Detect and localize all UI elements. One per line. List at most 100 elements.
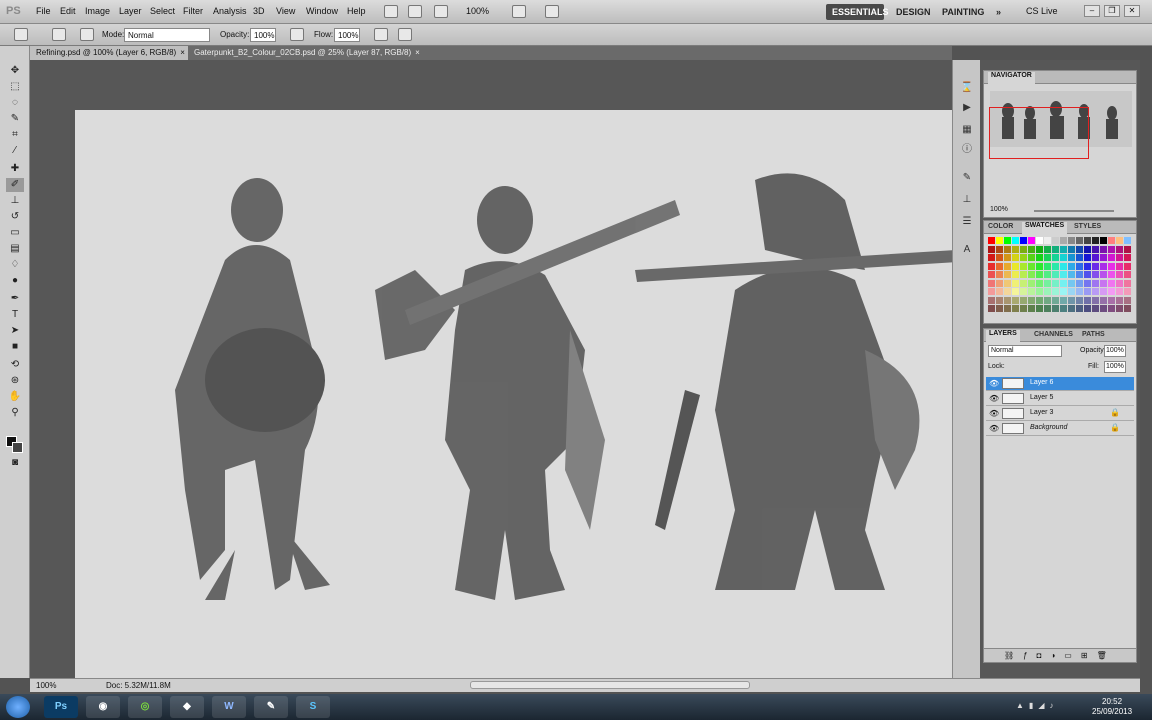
color-swatch[interactable] — [1060, 245, 1067, 253]
zoom-status-field[interactable]: 100% — [36, 681, 56, 690]
color-swatch[interactable] — [1124, 279, 1131, 287]
color-swatch[interactable] — [1116, 288, 1123, 295]
navigator-zoom-slider[interactable] — [1034, 210, 1114, 212]
color-swatch[interactable] — [1020, 288, 1027, 295]
clone-source-panel-icon[interactable]: ⊥ — [960, 194, 974, 206]
color-swatch[interactable] — [1060, 279, 1067, 287]
pen-tool-icon[interactable]: ✒ — [6, 292, 24, 306]
color-swatch[interactable] — [1036, 262, 1043, 270]
color-swatch[interactable] — [1084, 245, 1091, 253]
color-swatch[interactable] — [1052, 279, 1059, 287]
color-swatch[interactable] — [1068, 262, 1075, 270]
airbrush-icon[interactable] — [374, 28, 388, 41]
color-swatch[interactable] — [1100, 237, 1107, 244]
view-extras-icon[interactable] — [434, 5, 448, 18]
system-tray-icons[interactable]: ▲▮◢♪ — [1016, 701, 1058, 710]
lasso-tool-icon[interactable]: ◌ — [6, 96, 24, 110]
color-swatch[interactable] — [1044, 245, 1051, 253]
new-group-icon[interactable]: ▭ — [1064, 651, 1081, 660]
move-tool-icon[interactable]: ✥ — [6, 64, 24, 78]
color-swatch[interactable] — [1076, 237, 1083, 244]
color-swatch[interactable] — [1076, 296, 1083, 304]
color-swatch[interactable] — [1060, 254, 1067, 261]
color-swatch[interactable] — [1092, 296, 1099, 304]
color-swatch[interactable] — [1108, 296, 1115, 304]
marquee-tool-icon[interactable]: ⬚ — [6, 80, 24, 94]
color-swatch[interactable] — [1084, 262, 1091, 270]
menu-file[interactable]: File — [36, 6, 51, 16]
color-swatch[interactable] — [1084, 296, 1091, 304]
color-swatch[interactable] — [1052, 305, 1059, 312]
crop-tool-icon[interactable]: ⌗ — [6, 128, 24, 142]
color-swatch[interactable] — [1108, 288, 1115, 295]
tab-color[interactable]: COLOR — [988, 223, 1013, 230]
tab-swatches[interactable]: SWATCHES — [1022, 222, 1068, 234]
workspace-essentials-button[interactable]: ESSENTIALS — [826, 4, 889, 20]
history-brush-tool-icon[interactable]: ↺ — [6, 210, 24, 224]
color-swatch[interactable] — [1076, 305, 1083, 312]
color-swatch[interactable] — [1028, 271, 1035, 278]
color-swatch[interactable] — [1012, 262, 1019, 270]
color-swatch[interactable] — [1044, 254, 1051, 261]
color-swatch[interactable] — [1004, 245, 1011, 253]
color-swatch[interactable] — [1004, 262, 1011, 270]
start-button[interactable] — [6, 696, 30, 718]
color-swatch[interactable] — [1084, 288, 1091, 295]
color-swatch[interactable] — [1028, 288, 1035, 295]
color-swatch[interactable] — [1004, 271, 1011, 278]
color-swatch[interactable] — [988, 262, 995, 270]
zoom-tool-icon[interactable]: ⚲ — [6, 406, 24, 420]
color-swatch[interactable] — [1100, 288, 1107, 295]
taskbar-app-icon[interactable]: ◆ — [170, 696, 204, 718]
color-swatch[interactable] — [1076, 245, 1083, 253]
tab-navigator[interactable]: NAVIGATOR — [988, 72, 1035, 84]
color-swatch[interactable] — [1124, 245, 1131, 253]
color-swatch[interactable] — [1068, 237, 1075, 244]
pressure-opacity-icon[interactable] — [290, 28, 304, 41]
color-swatch[interactable] — [1004, 254, 1011, 261]
layer-row[interactable]: 👁 Layer 6 — [986, 377, 1134, 391]
tool-presets-panel-icon[interactable]: ☰ — [960, 216, 974, 228]
color-swatch[interactable] — [1044, 296, 1051, 304]
color-swatch[interactable] — [1108, 305, 1115, 312]
color-swatch[interactable] — [1100, 254, 1107, 261]
menu-filter[interactable]: Filter — [183, 6, 203, 16]
color-swatch[interactable] — [1068, 245, 1075, 253]
color-swatch[interactable] — [1004, 288, 1011, 295]
zoom-level-select[interactable]: 100% — [466, 6, 489, 16]
restore-icon[interactable]: ❐ — [1104, 5, 1120, 17]
color-swatch[interactable] — [1028, 296, 1035, 304]
color-swatch[interactable] — [1052, 296, 1059, 304]
color-swatch[interactable] — [1020, 237, 1027, 244]
taskbar-paint-icon[interactable]: ✎ — [254, 696, 288, 718]
color-swatch[interactable] — [1084, 271, 1091, 278]
color-swatch[interactable] — [1100, 245, 1107, 253]
eyedropper-tool-icon[interactable]: ⁄ — [6, 144, 24, 158]
brush-size-icon[interactable] — [52, 28, 66, 41]
color-swatch[interactable] — [1052, 254, 1059, 261]
color-swatch[interactable] — [1044, 288, 1051, 295]
color-swatch[interactable] — [1092, 305, 1099, 312]
brush-panel-icon[interactable] — [80, 28, 94, 41]
pressure-size-icon[interactable] — [398, 28, 412, 41]
color-swatch[interactable] — [1100, 305, 1107, 312]
color-swatch[interactable] — [1084, 279, 1091, 287]
workspace-painting-button[interactable]: PAINTING — [936, 4, 990, 20]
color-swatch[interactable] — [1028, 305, 1035, 312]
color-swatch[interactable] — [1124, 237, 1131, 244]
color-swatch[interactable] — [1044, 271, 1051, 278]
gradient-tool-icon[interactable]: ▤ — [6, 242, 24, 256]
color-swatch[interactable] — [1012, 245, 1019, 253]
workspace-more-button[interactable]: » — [990, 4, 1007, 20]
color-swatch[interactable] — [1084, 305, 1091, 312]
color-swatch[interactable] — [1028, 254, 1035, 261]
color-swatch[interactable] — [1116, 305, 1123, 312]
menu-window[interactable]: Window — [306, 6, 338, 16]
bridge-icon[interactable] — [384, 5, 398, 18]
color-swatch[interactable] — [1060, 237, 1067, 244]
delete-layer-icon[interactable]: 🗑 — [1097, 651, 1116, 660]
histogram-panel-icon[interactable]: ▦ — [960, 124, 974, 136]
color-swatch[interactable] — [1020, 305, 1027, 312]
color-swatch[interactable] — [996, 279, 1003, 287]
color-swatch[interactable] — [1124, 296, 1131, 304]
